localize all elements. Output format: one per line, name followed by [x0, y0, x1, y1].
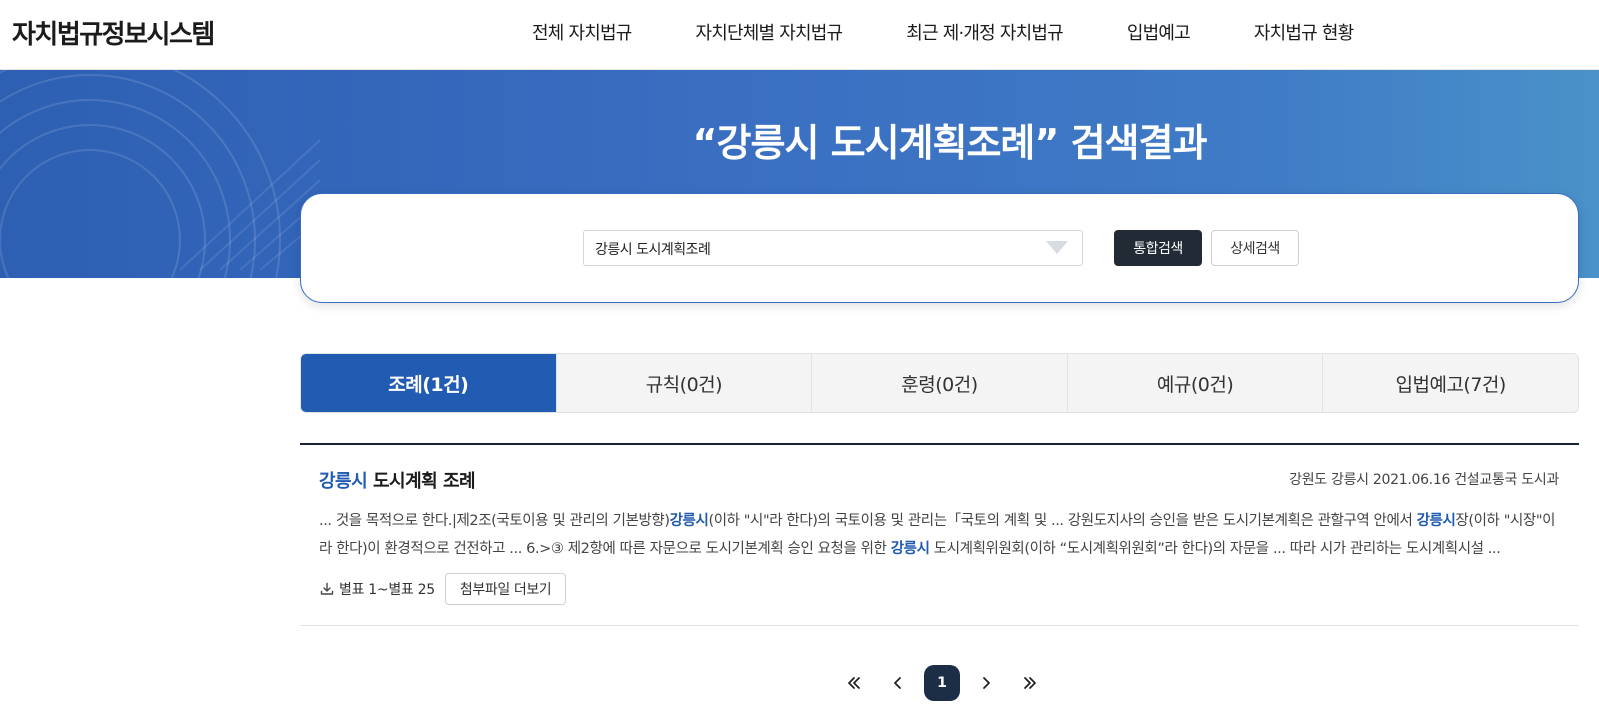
next-page-icon[interactable]	[968, 665, 1004, 701]
prev-page-icon[interactable]	[880, 665, 916, 701]
attachment-label[interactable]: 별표 1~별표 25	[339, 579, 435, 599]
snippet-highlight: 강릉시	[1416, 513, 1456, 529]
result-snippet: ... 것을 목적으로 한다.|제2조(국토이용 및 관리의 기본방향)강릉시(…	[319, 507, 1559, 563]
nav-all-regulations[interactable]: 전체 자치법규	[532, 19, 632, 45]
nav-legislative-notice[interactable]: 입법예고	[1127, 19, 1191, 45]
tab-legislative-notice[interactable]: 입법예고(7건)	[1323, 354, 1578, 412]
nav-recent-amendments[interactable]: 최근 제·개정 자치법규	[906, 19, 1063, 45]
search-input[interactable]: 강릉시 도시계획조례	[583, 230, 1083, 266]
integrated-search-button[interactable]: 통합검색	[1114, 230, 1202, 266]
snippet-text: 도시계획위원회(이하 “도시계획위원회”라 한다)의 자문을 ... 따라 시가…	[929, 541, 1501, 557]
tab-rule[interactable]: 규칙(0건)	[557, 354, 813, 412]
result-type-tabs: 조례(1건) 규칙(0건) 훈령(0건) 예규(0건) 입법예고(7건)	[300, 353, 1579, 413]
detail-search-button[interactable]: 상세검색	[1211, 230, 1299, 266]
more-attachments-button[interactable]: 첨부파일 더보기	[444, 573, 567, 605]
snippet-text: (이하 "시"라 한다)의 국토이용 및 관리는「국토의 계획 및 ... 강원…	[708, 513, 1417, 529]
search-panel: 강릉시 도시계획조례 통합검색 상세검색	[300, 193, 1579, 303]
snippet-highlight: 강릉시	[669, 513, 709, 529]
main-nav: 전체 자치법규 자치단체별 자치법규 최근 제·개정 자치법규 입법예고 자치법…	[532, 19, 1417, 45]
dropdown-arrow-icon[interactable]	[1046, 241, 1068, 254]
pagination: 1	[836, 665, 1056, 701]
tab-directive[interactable]: 훈령(0건)	[812, 354, 1068, 412]
page-title: “강릉시 도시계획조례” 검색결과	[692, 121, 1208, 165]
snippet-highlight: 강릉시	[890, 541, 930, 557]
snippet-text: ... 것을 목적으로 한다.|제2조(국토이용 및 관리의 기본방향)	[319, 513, 670, 529]
header: 자치법규정보시스템 전체 자치법규 자치단체별 자치법규 최근 제·개정 자치법…	[0, 0, 1599, 70]
search-input-value: 강릉시 도시계획조례	[595, 242, 711, 258]
attachment-row: 별표 1~별표 25 첨부파일 더보기	[319, 573, 567, 605]
result-title[interactable]: 강릉시 도시계획 조례	[319, 467, 476, 493]
result-list: 강릉시 도시계획 조례 강원도 강릉시 2021.06.16 건설교통국 도시과…	[300, 443, 1579, 626]
nav-by-municipality[interactable]: 자치단체별 자치법규	[695, 19, 843, 45]
tab-ordinance[interactable]: 조례(1건)	[301, 354, 557, 412]
first-page-icon[interactable]	[836, 665, 872, 701]
nav-regulation-status[interactable]: 자치법규 현황	[1254, 19, 1354, 45]
list-item: 강릉시 도시계획 조례 강원도 강릉시 2021.06.16 건설교통국 도시과…	[300, 445, 1579, 626]
title-highlight: 강릉시	[319, 471, 368, 492]
page-number-current[interactable]: 1	[924, 665, 960, 701]
title-text: 도시계획 조례	[367, 471, 476, 492]
tab-established-rule[interactable]: 예규(0건)	[1068, 354, 1324, 412]
site-logo[interactable]: 자치법규정보시스템	[12, 14, 215, 51]
download-icon[interactable]	[319, 581, 335, 597]
last-page-icon[interactable]	[1012, 665, 1048, 701]
result-meta: 강원도 강릉시 2021.06.16 건설교통국 도시과	[1289, 472, 1559, 488]
